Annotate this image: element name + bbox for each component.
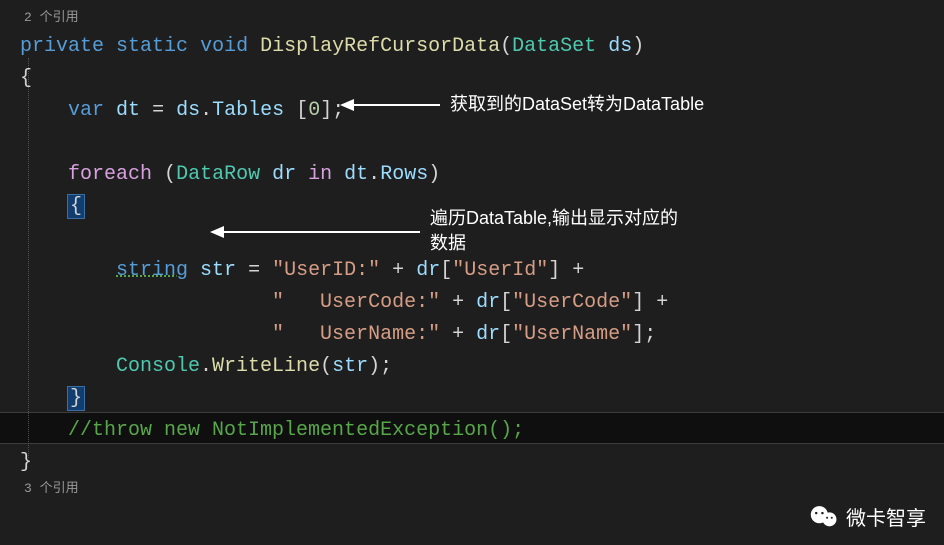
foreach-brace-open: {	[20, 191, 944, 223]
watermark: 微卡智享	[810, 502, 926, 531]
watermark-text: 微卡智享	[846, 502, 926, 531]
brace-close: }	[20, 447, 944, 479]
wechat-icon	[810, 505, 838, 529]
console-writeline: Console.WriteLine(str);	[20, 351, 944, 383]
foreach-line: foreach (DataRow dr in dt.Rows)	[20, 159, 944, 191]
blank-line-2	[20, 223, 944, 255]
comment-line: //throw new NotImplementedException();	[20, 415, 944, 447]
codelens-bottom[interactable]: 3 个引用	[20, 479, 944, 500]
codelens-top[interactable]: 2 个引用	[20, 8, 944, 29]
string-concat-1: string str = "UserID:" + dr["UserId"] +	[20, 255, 944, 287]
string-concat-3: " UserName:" + dr["UserName"];	[20, 319, 944, 351]
method-signature: private static void DisplayRefCursorData…	[20, 31, 944, 63]
var-dt-line: var dt = ds.Tables [0];	[20, 95, 944, 127]
brace-open: {	[20, 63, 944, 95]
string-concat-2: " UserCode:" + dr["UserCode"] +	[20, 287, 944, 319]
code-editor[interactable]: 2 个引用 private static void DisplayRefCurs…	[0, 0, 944, 500]
blank-line	[20, 127, 944, 159]
foreach-brace-close: }	[20, 383, 944, 415]
